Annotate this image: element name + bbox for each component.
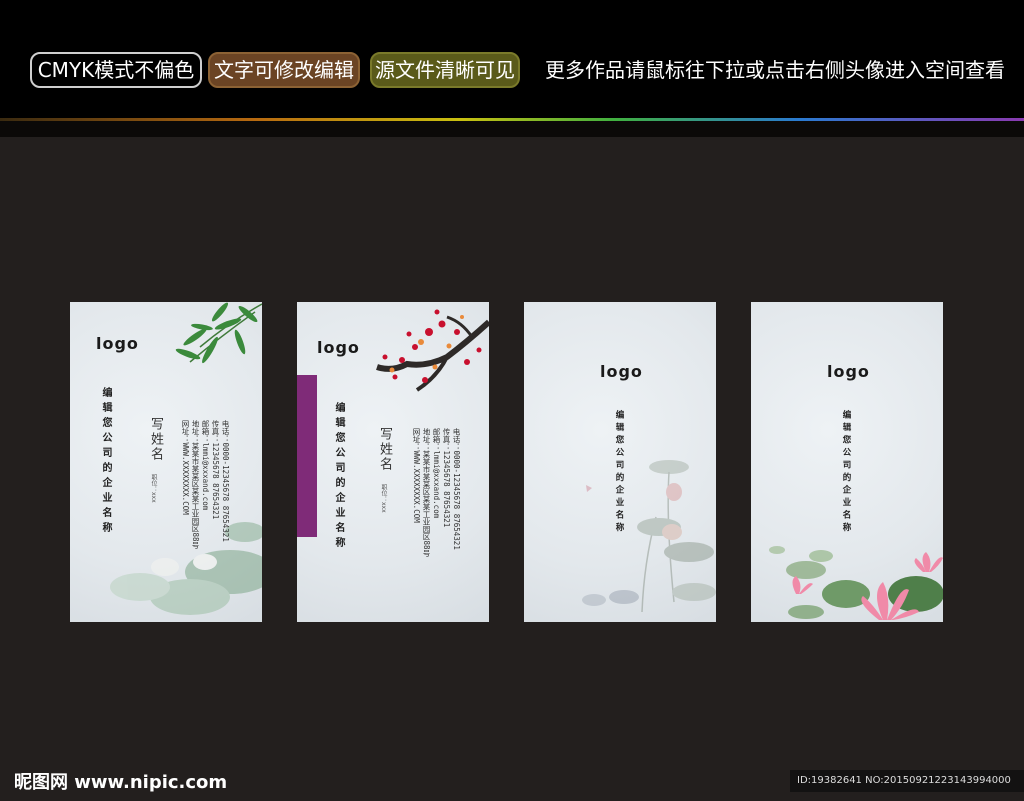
image-id-label: ID:19382641 NO:20150921223143994000: [797, 775, 1011, 786]
contact-website: 网址：WWW.XXXXXXXX.COM: [412, 428, 421, 523]
site-watermark: 昵图网 www.nipic.com: [14, 772, 228, 793]
business-card-back-faded-lotus[interactable]: logo 编辑您公司的企业名称: [524, 302, 716, 622]
tag-source-file: 源文件清晰可见: [370, 52, 520, 88]
person-name: 写姓名: [148, 417, 163, 462]
contact-info: 电话：0000-12345678 87654321 传真：12345678 87…: [180, 420, 230, 549]
contact-fax: 传真：12345678 87654321: [211, 420, 220, 520]
contact-address: 地址：某某市某某区某某工业园区88号: [422, 428, 431, 558]
job-title: 职位：xxx: [150, 474, 157, 503]
business-card-bamboo[interactable]: logo 编辑您公司的企业名称 写姓名 职位：xxx 电话：0000-12345…: [70, 302, 262, 622]
contact-email: 邮箱：lmmi@xxxand.com: [432, 428, 441, 519]
tag-cmyk: CMYK模式不偏色: [30, 52, 202, 88]
tag-editable-text: 文字可修改编辑: [208, 52, 360, 88]
business-card-back-pink-lotus[interactable]: logo 编辑您公司的企业名称: [751, 302, 943, 622]
card-logo: logo: [96, 334, 139, 353]
contact-info: 电话：0000-12345678 87654321 传真：12345678 87…: [411, 428, 461, 557]
accent-bar: [297, 375, 317, 537]
job-title: 职位：xxx: [380, 484, 387, 513]
card-logo: logo: [827, 362, 870, 381]
contact-website: 网址：WWW.XXXXXXXX.COM: [181, 420, 190, 515]
contact-phone: 电话：0000-12345678 87654321: [452, 428, 461, 550]
promo-text: 更多作品请鼠标往下拉或点击右侧头像进入空间查看: [545, 58, 1005, 82]
company-name: 编辑您公司的企业名称: [100, 387, 111, 537]
card-logo: logo: [317, 338, 360, 357]
contact-address: 地址：某某市某某区某某工业园区88号: [191, 420, 200, 550]
company-name: 编辑您公司的企业名称: [614, 410, 624, 535]
contact-email: 邮箱：lmmi@xxxand.com: [201, 420, 210, 511]
company-name: 编辑您公司的企业名称: [841, 410, 851, 535]
top-banner: CMYK模式不偏色 文字可修改编辑 源文件清晰可见 更多作品请鼠标往下拉或点击右…: [0, 0, 1024, 120]
person-name: 写姓名: [377, 427, 392, 472]
contact-fax: 传真：12345678 87654321: [442, 428, 451, 528]
business-card-plum[interactable]: logo 编辑您公司的企业名称 写姓名 职位：xxx 电话：0000-12345…: [297, 302, 489, 622]
header-bottom-band: [0, 121, 1024, 137]
card-logo: logo: [600, 362, 643, 381]
company-name: 编辑您公司的企业名称: [333, 402, 344, 552]
contact-phone: 电话：0000-12345678 87654321: [221, 420, 230, 542]
